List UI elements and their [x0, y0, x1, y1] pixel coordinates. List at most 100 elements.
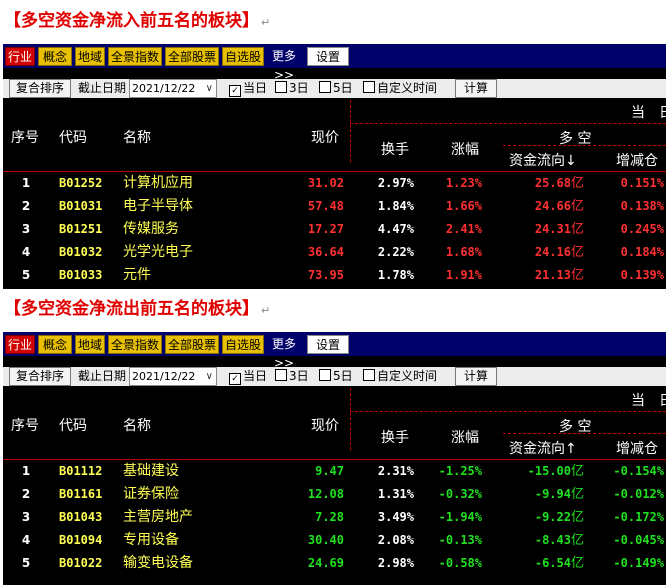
row-fund-flow: 21.13亿 [535, 264, 584, 287]
tab-bar: 行业 概念 地域 全景指数 全部股票 自选股 更多>> 设置 [3, 44, 666, 82]
table-row[interactable]: 1 B01252 计算机应用 31.02 2.97% 1.23% 25.68亿 … [3, 172, 666, 195]
row-change: 1.91% [445, 268, 482, 282]
option-5day-label: 5日 [333, 81, 353, 95]
option-today[interactable]: ✓ 当日 [229, 79, 267, 98]
more-tabs-button[interactable]: 更多>> [265, 335, 303, 370]
checkbox-icon[interactable] [319, 369, 331, 381]
composite-sort-button[interactable]: 复合排序 [9, 79, 71, 98]
tab-concept[interactable]: 概念 [38, 47, 72, 66]
header-code[interactable]: 代码 [59, 415, 87, 435]
row-turnover: 2.31% [377, 464, 414, 478]
row-name: 输变电设备 [123, 555, 193, 571]
checkbox-checked-icon[interactable]: ✓ [229, 85, 241, 97]
header-position-change[interactable]: 增减仓 [616, 150, 658, 170]
tab-panorama-index[interactable]: 全景指数 [108, 47, 162, 66]
tab-industry[interactable]: 行业 [5, 335, 35, 354]
option-custom-time[interactable]: 自定义时间 [363, 367, 437, 386]
row-change: 1.23% [445, 176, 482, 190]
row-change: -1.94% [438, 510, 482, 524]
row-price: 7.28 [315, 510, 344, 524]
checkbox-checked-icon[interactable]: ✓ [229, 373, 241, 385]
checkbox-icon[interactable] [275, 81, 287, 93]
settings-button[interactable]: 设置 [307, 47, 349, 66]
header-dang: 当 [631, 105, 645, 121]
header-turnover[interactable]: 换手 [381, 427, 409, 447]
row-fund-flow: -9.94亿 [535, 483, 584, 506]
tab-region[interactable]: 地域 [75, 335, 105, 354]
header-seq[interactable]: 序号 [11, 127, 39, 147]
checkbox-icon[interactable] [319, 81, 331, 93]
option-3day[interactable]: 3日 [275, 367, 309, 386]
header-change[interactable]: 涨幅 [451, 427, 479, 447]
fund-flow-unit: 亿 [570, 510, 584, 525]
option-5day[interactable]: 5日 [319, 367, 353, 386]
option-today[interactable]: ✓ 当日 [229, 367, 267, 386]
tab-all-stocks[interactable]: 全部股票 [165, 47, 219, 66]
row-fund-flow: 24.16亿 [535, 241, 584, 264]
fund-flow-unit: 亿 [570, 533, 584, 548]
calculate-button[interactable]: 计算 [455, 367, 497, 386]
header-divider [350, 411, 666, 412]
option-3day[interactable]: 3日 [275, 79, 309, 98]
section-title-outflow: 【多空资金净流出前五名的板块】 ↵ [4, 296, 270, 322]
tab-region[interactable]: 地域 [75, 47, 105, 66]
table-row[interactable]: 3 B01251 传媒服务 17.27 4.47% 2.41% 24.31亿 0… [3, 218, 666, 241]
settings-button[interactable]: 设置 [307, 335, 349, 354]
tab-panorama-index[interactable]: 全景指数 [108, 335, 162, 354]
row-name: 主营房地产 [123, 509, 193, 525]
checkbox-icon[interactable] [363, 81, 375, 93]
tab-industry[interactable]: 行业 [5, 47, 35, 66]
date-label: 截止日期 [78, 369, 127, 383]
option-today-label: 当日 [243, 81, 268, 95]
option-5day[interactable]: 5日 [319, 79, 353, 98]
tab-watchlist[interactable]: 自选股 [222, 47, 264, 66]
table-row[interactable]: 3 B01043 主营房地产 7.28 3.49% -1.94% -9.22亿 … [3, 506, 666, 529]
row-seq: 3 [21, 510, 31, 524]
row-fund-flow: -8.43亿 [535, 529, 584, 552]
table-row[interactable]: 4 B01032 光学光电子 36.64 2.22% 1.68% 24.16亿 … [3, 241, 666, 264]
header-turnover[interactable]: 换手 [381, 139, 409, 159]
composite-sort-button[interactable]: 复合排序 [9, 367, 71, 386]
row-code: B01094 [59, 533, 103, 547]
option-custom-time[interactable]: 自定义时间 [363, 79, 437, 98]
checkbox-icon[interactable] [363, 369, 375, 381]
header-price[interactable]: 现价 [311, 127, 339, 147]
fund-flow-unit: 亿 [570, 556, 584, 571]
header-code[interactable]: 代码 [59, 127, 87, 147]
header-fund-flow[interactable]: 资金流向↓ [509, 150, 577, 170]
fund-flow-value: -9.22 [534, 510, 571, 524]
tab-all-stocks[interactable]: 全部股票 [165, 335, 219, 354]
header-seq[interactable]: 序号 [11, 415, 39, 435]
tab-watchlist[interactable]: 自选股 [222, 335, 264, 354]
table-row[interactable]: 5 B01022 输变电设备 24.69 2.98% -0.58% -6.54亿… [3, 552, 666, 575]
table-row[interactable]: 1 B01112 基础建设 9.47 2.31% -1.25% -15.00亿 … [3, 460, 666, 483]
header-dang: 当 [631, 393, 645, 409]
row-name: 传媒服务 [123, 221, 179, 237]
table-row[interactable]: 5 B01033 元件 73.95 1.78% 1.91% 21.13亿 0.1… [3, 264, 666, 287]
date-picker[interactable]: 2021/12/22 ∨ [129, 79, 217, 98]
tab-bar: 行业 概念 地域 全景指数 全部股票 自选股 更多>> 设置 [3, 332, 666, 370]
tab-concept[interactable]: 概念 [38, 335, 72, 354]
row-position-change: 0.139% [620, 268, 664, 282]
fund-flow-unit: 亿 [570, 176, 584, 191]
header-fund-flow[interactable]: 资金流向↑ [509, 438, 577, 458]
date-picker[interactable]: 2021/12/22 ∨ [129, 367, 217, 386]
section-title-text: 【多空资金净流出前五名的板块】 [4, 299, 259, 319]
checkbox-icon[interactable] [275, 369, 287, 381]
sector-table: 当 日 序号 代码 名称 现价 换手 涨幅 多 空 资金流向↑ 增减仓 1 B0… [3, 388, 666, 585]
header-name[interactable]: 名称 [123, 127, 151, 147]
header-position-change[interactable]: 增减仓 [616, 438, 658, 458]
row-fund-flow: 24.31亿 [535, 218, 584, 241]
table-row[interactable]: 4 B01094 专用设备 30.40 2.08% -0.13% -8.43亿 … [3, 529, 666, 552]
section-title-text: 【多空资金净流入前五名的板块】 [4, 11, 259, 31]
header-name[interactable]: 名称 [123, 415, 151, 435]
row-code: B01032 [59, 245, 103, 259]
row-position-change: -0.149% [613, 556, 664, 570]
more-tabs-button[interactable]: 更多>> [265, 47, 303, 82]
table-row[interactable]: 2 B01161 证券保险 12.08 1.31% -0.32% -9.94亿 … [3, 483, 666, 506]
calculate-button[interactable]: 计算 [455, 79, 497, 98]
header-divider [350, 100, 351, 162]
header-change[interactable]: 涨幅 [451, 139, 479, 159]
table-row[interactable]: 2 B01031 电子半导体 57.48 1.84% 1.66% 24.66亿 … [3, 195, 666, 218]
header-price[interactable]: 现价 [311, 415, 339, 435]
